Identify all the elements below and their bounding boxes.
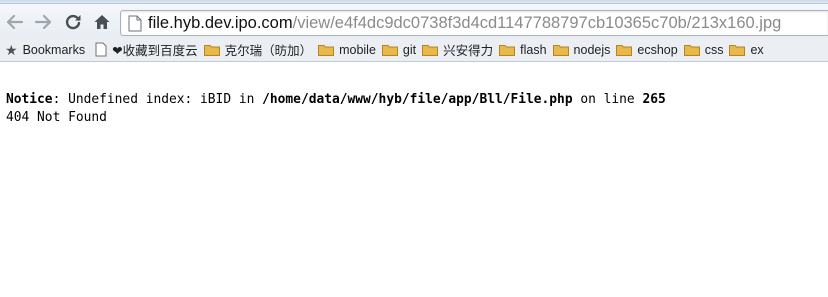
bookmark-folder[interactable]: css bbox=[683, 40, 730, 60]
page-icon bbox=[95, 42, 107, 57]
bookmark-folder[interactable]: 克尔瑞（昉加） bbox=[203, 40, 319, 60]
bookmark-folder[interactable]: 兴安得力 bbox=[422, 40, 499, 60]
bookmarks-menu[interactable]: ★ Bookmarks bbox=[5, 40, 95, 60]
bookmark-label: 兴安得力 bbox=[443, 44, 494, 58]
browser-toolbar: file.hyb.dev.ipo.com/view/e4f4dc9dc0738f… bbox=[0, 4, 828, 38]
notice-label: Notice bbox=[6, 92, 53, 107]
bookmark-label: git bbox=[402, 42, 417, 57]
folder-icon bbox=[499, 44, 516, 56]
bookmark-label: nodejs bbox=[573, 42, 611, 57]
folder-icon bbox=[381, 44, 398, 56]
home-icon bbox=[94, 15, 110, 29]
bookmarks-bar: ★ Bookmarks ❤收藏到百度云 克尔瑞（昉加） mobile git 兴… bbox=[0, 38, 828, 62]
page-content: Notice: Undefined index: iBID in /home/d… bbox=[6, 91, 821, 127]
bookmark-label: ❤收藏到百度云 bbox=[112, 44, 198, 58]
status-text: 404 Not Found bbox=[6, 110, 107, 125]
bookmark-folder[interactable]: nodejs bbox=[552, 40, 617, 60]
folder-icon bbox=[729, 44, 746, 56]
notice-message-start: Undefined index: iBID in bbox=[60, 92, 263, 107]
bookmark-label: mobile bbox=[339, 42, 376, 57]
bookmark-label: ecshop bbox=[637, 42, 678, 57]
notice-line-number: 265 bbox=[642, 92, 666, 107]
php-notice: Notice: Undefined index: iBID in /home/d… bbox=[6, 91, 821, 109]
bookmark-folder[interactable]: flash bbox=[499, 40, 552, 60]
folder-icon bbox=[203, 44, 220, 56]
star-icon: ★ bbox=[5, 41, 18, 58]
folder-icon bbox=[683, 44, 700, 56]
bookmark-folder[interactable]: ecshop bbox=[616, 40, 683, 60]
reload-button[interactable] bbox=[61, 10, 85, 34]
bookmark-folder[interactable]: git bbox=[381, 40, 422, 60]
url-host: file.hyb.dev.ipo.com bbox=[148, 13, 293, 32]
folder-icon bbox=[422, 44, 439, 56]
folder-icon bbox=[552, 44, 569, 56]
folder-icon bbox=[616, 44, 633, 56]
forward-arrow-icon bbox=[34, 14, 52, 30]
url-path: /view/e4f4dc9dc0738f3d4cd1147788797cb103… bbox=[292, 13, 782, 32]
bookmark-item[interactable]: ❤收藏到百度云 bbox=[95, 40, 203, 60]
back-arrow-icon bbox=[6, 14, 24, 30]
bookmark-folder[interactable]: mobile bbox=[318, 40, 382, 60]
address-bar[interactable]: file.hyb.dev.ipo.com/view/e4f4dc9dc0738f… bbox=[120, 10, 828, 36]
back-button[interactable] bbox=[3, 10, 27, 34]
bookmarks-label: Bookmarks bbox=[22, 42, 86, 57]
bookmark-label: 克尔瑞（昉加） bbox=[224, 44, 313, 58]
home-button[interactable] bbox=[90, 10, 114, 34]
notice-message-mid: on line bbox=[572, 92, 643, 107]
bookmark-label: css bbox=[704, 42, 724, 57]
notice-file-path: /home/data/www/hyb/file/app/Bll/File.php bbox=[262, 92, 573, 107]
forward-button[interactable] bbox=[31, 10, 55, 34]
bookmark-folder[interactable]: ex bbox=[729, 40, 769, 60]
page-icon bbox=[128, 15, 142, 31]
bookmark-label: flash bbox=[520, 42, 547, 57]
folder-icon bbox=[318, 44, 335, 56]
bookmark-label: ex bbox=[750, 42, 764, 57]
reload-icon bbox=[65, 14, 81, 30]
